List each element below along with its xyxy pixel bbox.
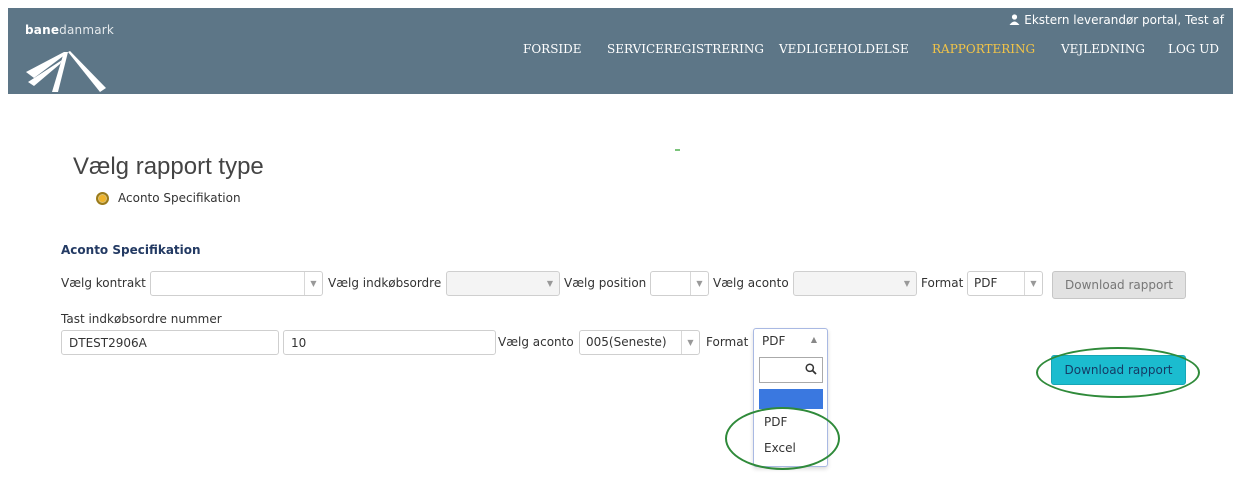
user-icon: [1009, 14, 1020, 25]
aconto-select-2[interactable]: 005(Seneste) ▼: [579, 330, 700, 355]
nav-vejledning[interactable]: VEJLEDNING: [1061, 42, 1145, 56]
highlight-ellipse-options: [725, 407, 840, 470]
user-info: Ekstern leverandør portal, Test af: [1009, 13, 1224, 27]
aconto-label: Vælg aconto: [713, 276, 789, 290]
aconto-value: 005(Seneste): [586, 335, 667, 349]
nav-forside[interactable]: FORSIDE: [523, 42, 582, 56]
banedanmark-logo-icon[interactable]: [24, 48, 106, 92]
indkobsordre-label: Vælg indkøbsordre: [328, 276, 442, 290]
position-select[interactable]: ▼: [650, 271, 709, 296]
loading-indicator: [675, 149, 680, 151]
nav-vedligeholdelse[interactable]: VEDLIGEHOLDELSE: [779, 42, 909, 56]
download-rapport-button-disabled[interactable]: Download rapport: [1052, 271, 1186, 299]
search-icon: [805, 363, 817, 375]
format-label: Format: [921, 276, 964, 290]
order-number-label: Tast indkøbsordre nummer: [61, 312, 222, 326]
chevron-down-icon: ▼: [681, 331, 699, 354]
chevron-down-icon: ▼: [546, 279, 554, 288]
logo-text[interactable]: banedanmark: [25, 23, 114, 37]
kontrakt-select[interactable]: ▼: [150, 271, 323, 296]
position-label: Vælg position: [564, 276, 647, 290]
format-value: PDF: [974, 276, 998, 290]
chevron-down-icon: ▼: [1024, 272, 1042, 295]
dropdown-search-input[interactable]: [759, 357, 823, 383]
format-label-2: Format: [706, 335, 749, 349]
nav-rapportering[interactable]: RAPPORTERING: [932, 42, 1035, 56]
chevron-down-icon: ▼: [304, 272, 322, 295]
nav-log-ud[interactable]: LOG UD: [1168, 42, 1219, 56]
format-selected-value: PDF: [762, 334, 786, 348]
top-header: banedanmark Ekstern leverandør portal, T…: [8, 8, 1233, 94]
order-number-input[interactable]: DTEST2906A: [61, 330, 279, 355]
aconto-label-2: Vælg aconto: [498, 335, 574, 349]
chevron-up-icon: ▲: [810, 335, 817, 344]
indkobsordre-select[interactable]: ▼: [446, 271, 560, 296]
dropdown-highlighted-option[interactable]: [759, 389, 823, 409]
nav-serviceregistrering[interactable]: SERVICEREGISTRERING: [607, 42, 764, 56]
highlight-ellipse-button: [1036, 347, 1200, 398]
radio-aconto-specifikation[interactable]: [96, 192, 109, 205]
section-title: Aconto Specifikation: [61, 243, 201, 257]
chevron-down-icon: ▼: [690, 272, 708, 295]
chevron-down-icon: ▼: [903, 279, 911, 288]
user-text: Ekstern leverandør portal, Test af: [1024, 13, 1224, 27]
aconto-select[interactable]: ▼: [793, 271, 917, 296]
page-title: Vælg rapport type: [73, 153, 264, 180]
radio-label[interactable]: Aconto Specifikation: [118, 191, 241, 205]
format-select[interactable]: PDF ▼: [967, 271, 1043, 296]
kontrakt-label: Vælg kontrakt: [61, 276, 146, 290]
second-input[interactable]: 10: [283, 330, 496, 355]
